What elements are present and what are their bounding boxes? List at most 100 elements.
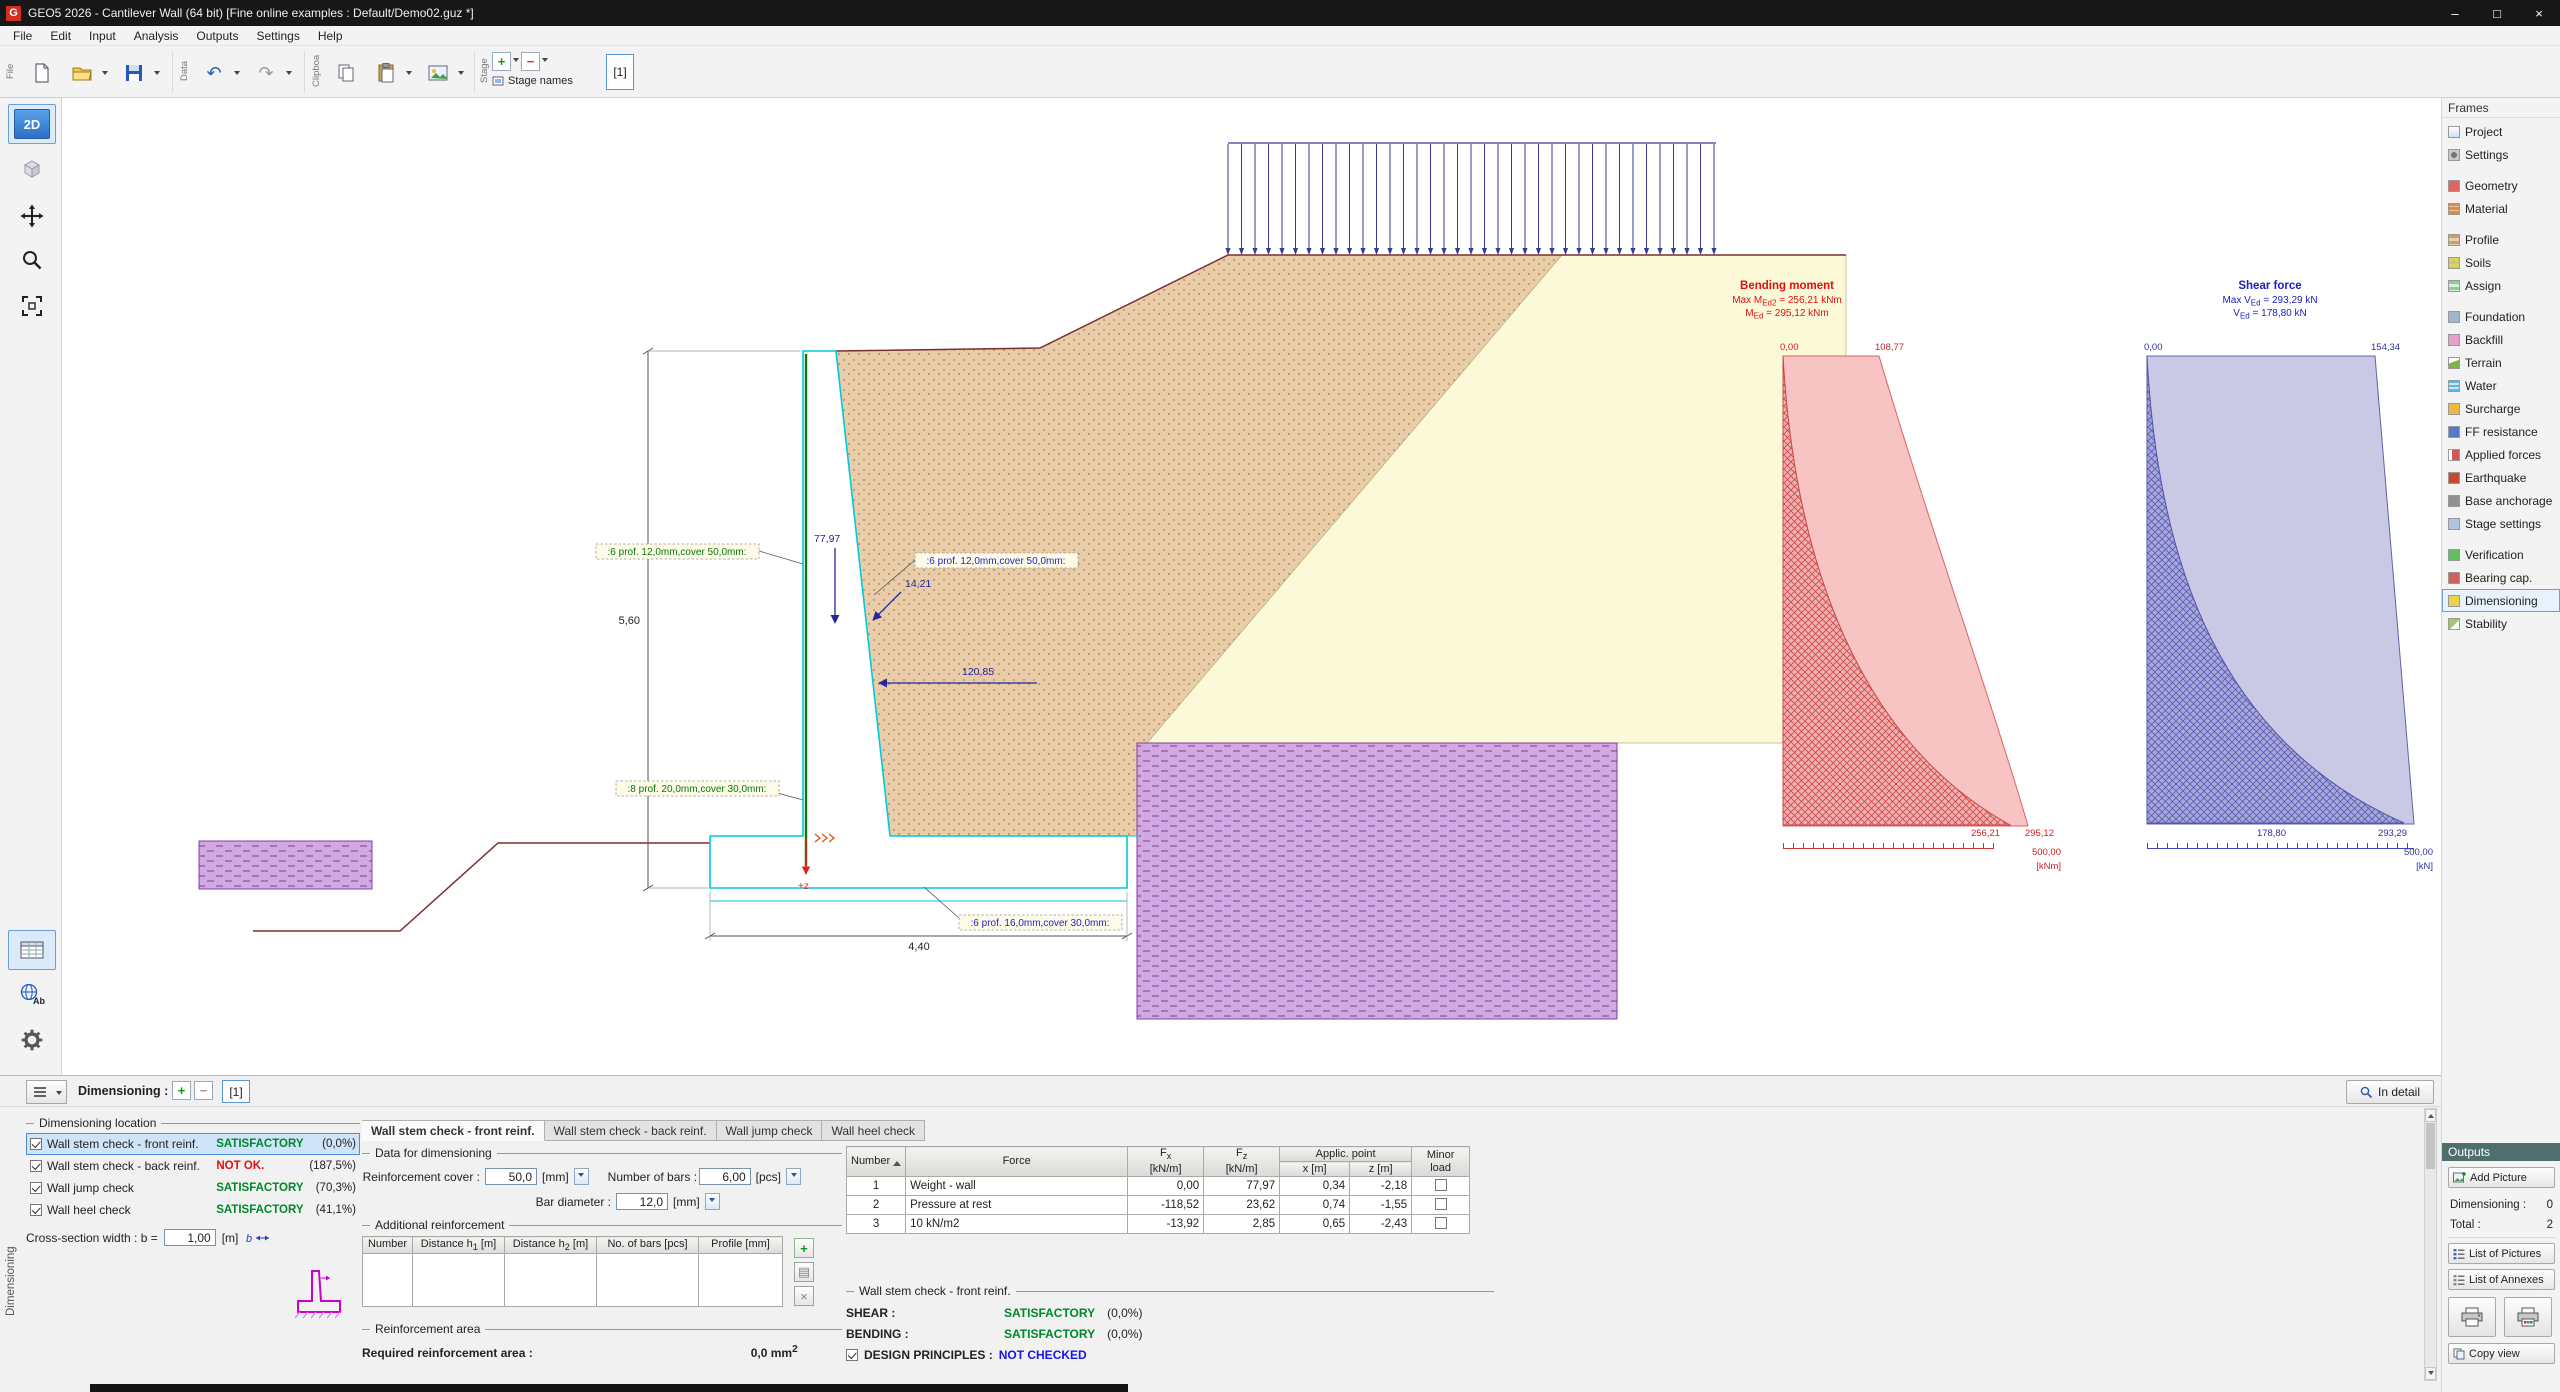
col-minor-load[interactable]: Minorload (1412, 1147, 1470, 1177)
frame-list-button[interactable] (26, 1080, 54, 1104)
frames-item[interactable]: Base anchorage (2442, 489, 2560, 512)
frame-list-dropdown[interactable] (52, 1080, 67, 1104)
frames-item[interactable]: FF resistance (2442, 420, 2560, 443)
location-checkbox[interactable] (30, 1160, 42, 1172)
add-row-button[interactable]: + (794, 1238, 814, 1258)
frames-item[interactable]: Applied forces (2442, 443, 2560, 466)
scrollbar-thumb[interactable] (2426, 1123, 2435, 1169)
col-applic-point[interactable]: Applic. point (1280, 1147, 1412, 1162)
col-z[interactable]: z [m] (1350, 1162, 1412, 1177)
design-principles-checkbox[interactable] (846, 1349, 858, 1361)
save-button[interactable] (116, 54, 152, 92)
col-force[interactable]: Force (906, 1147, 1128, 1177)
scroll-down-button[interactable] (2425, 1367, 2436, 1380)
list-of-annexes-button[interactable]: List of Annexes (2448, 1269, 2555, 1290)
text-language-button[interactable]: Ab (8, 974, 56, 1014)
frames-item[interactable]: Foundation (2442, 305, 2560, 328)
frames-item[interactable]: Project (2442, 120, 2560, 143)
menu-item[interactable]: Edit (41, 26, 80, 46)
drawing-canvas[interactable]: +z 5,60 4,40 :6 pro (62, 98, 2441, 1075)
pan-tool-button[interactable] (8, 196, 56, 236)
stage-indicator-button[interactable]: [1] (222, 1080, 250, 1103)
annotation-front-reinforcement[interactable]: :6 prof. 12,0mm,cover 50,0mm: (596, 544, 803, 564)
dimensioning-location-row[interactable]: Wall jump check SATISFACTORY (70,3%) (26, 1177, 360, 1199)
open-file-button[interactable] (64, 54, 100, 92)
redo-dropdown[interactable] (283, 54, 295, 90)
column-header[interactable]: Distance h2 [m] (505, 1237, 597, 1254)
chevron-down-icon[interactable] (513, 58, 519, 65)
frames-item[interactable]: Verification (2442, 543, 2560, 566)
maximize-button[interactable]: □ (2476, 0, 2518, 26)
col-fz[interactable]: Fz[kN/m] (1204, 1147, 1280, 1177)
minimize-button[interactable]: – (2434, 0, 2476, 26)
location-checkbox[interactable] (30, 1182, 42, 1194)
add-picture-button[interactable]: Add Picture (2448, 1167, 2555, 1188)
dimensioning-location-row[interactable]: Wall stem check - front reinf. SATISFACT… (26, 1133, 360, 1155)
col-number[interactable]: Number (847, 1147, 906, 1177)
copy-view-button[interactable]: Copy view (2448, 1343, 2555, 1364)
frames-item[interactable]: Dimensioning (2442, 589, 2560, 612)
column-header[interactable]: Profile [mm] (699, 1237, 783, 1254)
close-button[interactable]: × (2518, 0, 2560, 26)
list-of-pictures-button[interactable]: List of Pictures (2448, 1243, 2555, 1264)
add-location-button[interactable]: + (172, 1081, 191, 1100)
chevron-down-icon[interactable] (542, 58, 548, 65)
bars-unit-dropdown[interactable] (786, 1168, 801, 1185)
minor-load-checkbox[interactable] (1435, 1179, 1447, 1191)
redo-button[interactable]: ↷ (248, 54, 284, 92)
frames-item[interactable]: Material (2442, 197, 2560, 220)
menu-item[interactable]: File (4, 26, 41, 46)
print-color-button[interactable] (2504, 1297, 2552, 1337)
zoom-tool-button[interactable] (8, 240, 56, 280)
menu-item[interactable]: Settings (247, 26, 308, 46)
scroll-up-button[interactable] (2425, 1109, 2436, 1122)
zoom-fit-button[interactable] (8, 286, 56, 326)
tab[interactable]: Wall heel check (822, 1120, 925, 1141)
annotation-heel-reinforcement[interactable]: :6 prof. 16,0mm,cover 30,0mm: (924, 887, 1122, 930)
frames-item[interactable]: Soils (2442, 251, 2560, 274)
reinforcement-cover-input[interactable]: 50,0 (485, 1168, 537, 1185)
frames-item[interactable]: Assign (2442, 274, 2560, 297)
remove-stage-button[interactable]: − (521, 52, 540, 71)
force-table-row[interactable]: 3 10 kN/m2 -13,92 2,85 0,65 -2,43 (847, 1215, 1470, 1234)
bar-diameter-input[interactable]: 12,0 (616, 1193, 668, 1210)
tab[interactable]: Wall stem check - back reinf. (545, 1120, 717, 1141)
frames-item[interactable]: Surcharge (2442, 397, 2560, 420)
save-dropdown[interactable] (151, 54, 163, 90)
table-view-button[interactable] (8, 930, 56, 970)
frames-item[interactable]: Bearing cap. (2442, 566, 2560, 589)
delete-row-button[interactable]: × (794, 1286, 814, 1306)
frames-item[interactable]: Stage settings (2442, 512, 2560, 535)
menu-item[interactable]: Input (80, 26, 125, 46)
col-x[interactable]: x [m] (1280, 1162, 1350, 1177)
view-3d-button[interactable] (8, 148, 56, 188)
frames-item[interactable]: Earthquake (2442, 466, 2560, 489)
copy-picture-dropdown[interactable] (455, 54, 467, 90)
minor-load-checkbox[interactable] (1435, 1198, 1447, 1210)
copy-button[interactable] (328, 54, 364, 92)
menu-item[interactable]: Help (309, 26, 352, 46)
undo-dropdown[interactable] (231, 54, 243, 90)
stage-names-label[interactable]: Stage names (508, 75, 573, 87)
menu-item[interactable]: Outputs (187, 26, 247, 46)
location-checkbox[interactable] (30, 1204, 42, 1216)
open-file-dropdown[interactable] (99, 54, 111, 90)
copy-picture-button[interactable] (420, 54, 456, 92)
cover-unit-dropdown[interactable] (574, 1168, 589, 1185)
column-header[interactable]: Distance h1 [m] (413, 1237, 505, 1254)
settings-button[interactable] (8, 1020, 56, 1060)
tab[interactable]: Wall jump check (717, 1120, 823, 1141)
frames-item[interactable]: Settings (2442, 143, 2560, 166)
frames-item[interactable]: Profile (2442, 228, 2560, 251)
view-2d-button[interactable]: 2D (8, 104, 56, 144)
frames-item[interactable]: Backfill (2442, 328, 2560, 351)
dimensioning-location-row[interactable]: Wall stem check - back reinf. NOT OK. (1… (26, 1155, 360, 1177)
minor-load-checkbox[interactable] (1435, 1217, 1447, 1229)
undo-button[interactable]: ↶ (196, 54, 232, 92)
menu-item[interactable]: Analysis (125, 26, 188, 46)
paste-dropdown[interactable] (403, 54, 415, 90)
frames-item[interactable]: Terrain (2442, 351, 2560, 374)
print-button[interactable] (2448, 1297, 2496, 1337)
dimensioning-location-row[interactable]: Wall heel check SATISFACTORY (41,1%) (26, 1199, 360, 1221)
new-file-button[interactable] (24, 54, 60, 92)
